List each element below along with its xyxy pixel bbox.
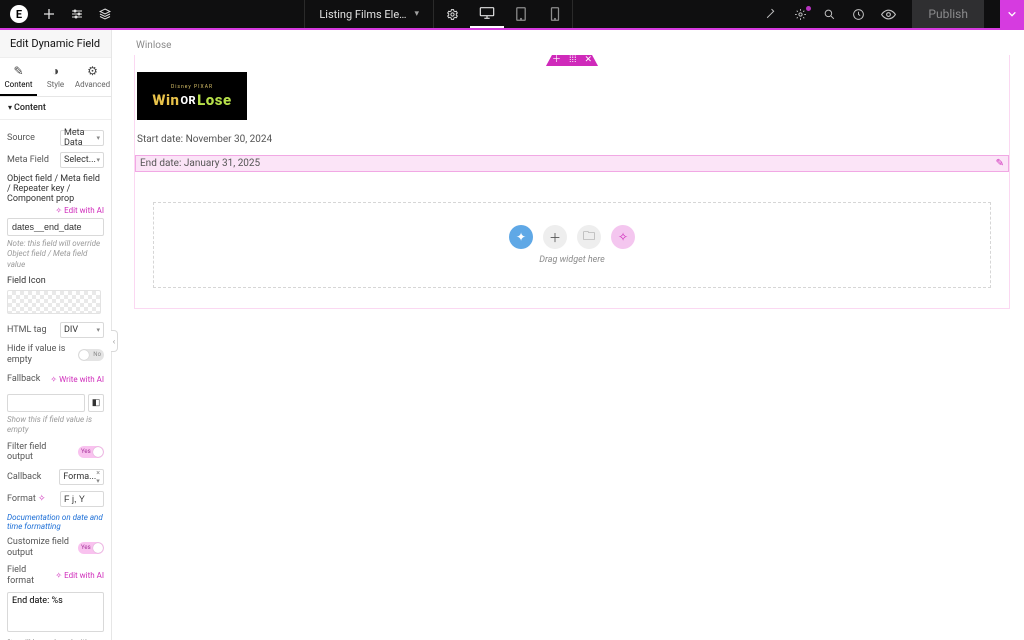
- device-mobile[interactable]: [538, 0, 572, 28]
- panel-title: Edit Dynamic Field: [0, 30, 111, 58]
- edit-with-ai-link[interactable]: ✧ Edit with AI: [55, 206, 104, 215]
- dropzone-hint: Drag widget here: [539, 255, 605, 265]
- objectfield-note: Note: this field will override Object fi…: [7, 239, 104, 270]
- fieldformat-input[interactable]: [7, 592, 104, 632]
- dropzone-sparkle-icon[interactable]: ✧: [611, 225, 635, 249]
- start-date-field[interactable]: Start date: November 30, 2024: [135, 132, 1009, 155]
- section-handle[interactable]: ＋ ⁞⁞⁞ ✕: [546, 55, 598, 66]
- edit-with-ai-link-2[interactable]: ✧ Edit with AI: [55, 571, 104, 580]
- write-with-ai-link[interactable]: ✧ Write with AI: [50, 375, 104, 384]
- device-desktop[interactable]: [470, 0, 504, 28]
- chevron-down-icon: ▾: [96, 134, 100, 142]
- hideempty-label: Hide if value is empty: [7, 344, 74, 366]
- poster-or: OR: [179, 94, 197, 107]
- section-drag-icon[interactable]: ⁞⁞⁞: [569, 56, 577, 65]
- tab-advanced[interactable]: ⚙Advanced: [74, 58, 111, 96]
- callback-label: Callback: [7, 472, 55, 483]
- customize-label: Customize field output: [7, 537, 74, 559]
- elementor-logo[interactable]: E: [10, 5, 28, 23]
- poster-lose: Lose: [197, 91, 231, 109]
- history-icon[interactable]: [852, 8, 865, 21]
- chevron-down-icon: ▾: [96, 156, 100, 164]
- pencil-icon: ✎: [0, 64, 37, 78]
- metafield-select[interactable]: Select...▾: [60, 152, 104, 168]
- add-icon[interactable]: [42, 7, 56, 21]
- tab-content[interactable]: ✎Content: [0, 58, 37, 96]
- filter-toggle[interactable]: Yes: [78, 446, 104, 458]
- edit-widget-icon[interactable]: ✎: [996, 158, 1004, 169]
- section-close-icon[interactable]: ✕: [584, 56, 592, 65]
- hideempty-toggle[interactable]: No: [78, 349, 104, 361]
- section-add-icon[interactable]: ＋: [552, 56, 561, 65]
- format-input[interactable]: [60, 491, 104, 507]
- fallback-note: Show this if field value is empty: [7, 415, 104, 436]
- fallback-label: Fallback: [7, 374, 46, 385]
- publish-options-toggle[interactable]: [1000, 0, 1024, 28]
- device-tablet[interactable]: [504, 0, 538, 28]
- panel-collapse-handle: ‹: [112, 30, 120, 640]
- dropzone-ai-icon[interactable]: ✦: [509, 225, 533, 249]
- breadcrumb: Winlose: [134, 38, 1010, 55]
- document-selector[interactable]: Listing Films Ele… ▾: [304, 0, 434, 28]
- fieldicon-label: Field Icon: [7, 276, 104, 286]
- dropzone-add-icon[interactable]: ＋: [543, 225, 567, 249]
- date-docs-link[interactable]: Documentation on date and time formattin…: [7, 513, 104, 531]
- settings-sliders-icon[interactable]: [70, 7, 84, 21]
- drop-zone[interactable]: ✦ ＋ 🗀 ✧ Drag widget here: [153, 202, 991, 288]
- chevron-down-icon: ▾: [96, 326, 100, 334]
- end-date-text: End date: January 31, 2025: [140, 158, 260, 169]
- tab-style[interactable]: ◑Style: [37, 58, 74, 96]
- responsive-devices: [470, 0, 573, 28]
- objectfield-input[interactable]: [7, 218, 104, 236]
- preview-canvas: Winlose ＋ ⁞⁞⁞ ✕ Disney PIXAR WinORLose S…: [120, 30, 1024, 640]
- gear-icon: ⚙: [74, 64, 111, 78]
- filter-label: Filter field output: [7, 442, 74, 464]
- callback-select[interactable]: Forma...× ▾: [59, 469, 104, 485]
- poster-brand: Disney PIXAR: [171, 84, 213, 90]
- end-date-field-selected[interactable]: End date: January 31, 2025 ✎: [135, 155, 1009, 172]
- panel-tabs: ✎Content ◑Style ⚙Advanced: [0, 58, 111, 97]
- fallback-input[interactable]: [7, 394, 85, 412]
- fieldicon-picker[interactable]: [7, 290, 101, 314]
- objectfield-label: Object field / Meta field / Repeater key…: [7, 174, 104, 204]
- editor-sidebar: Edit Dynamic Field ✎Content ◑Style ⚙Adva…: [0, 30, 112, 640]
- featured-image: Disney PIXAR WinORLose: [137, 72, 247, 120]
- layers-icon[interactable]: [98, 7, 112, 21]
- preview-icon[interactable]: [881, 8, 896, 21]
- source-label: Source: [7, 133, 56, 144]
- topbar: E Listing Films Ele… ▾ Publish: [0, 0, 1024, 28]
- metafield-label: Meta Field: [7, 155, 56, 166]
- fallback-dynamic-icon[interactable]: ◧: [88, 394, 104, 412]
- source-select[interactable]: Meta Data▾: [60, 130, 104, 146]
- customize-toggle[interactable]: Yes: [78, 542, 104, 554]
- htmltag-label: HTML tag: [7, 325, 56, 336]
- poster-win: Win: [152, 91, 179, 109]
- format-label: Format ✧: [7, 494, 56, 505]
- dropzone-folder-icon[interactable]: 🗀: [577, 225, 601, 249]
- finder-icon[interactable]: [823, 8, 836, 21]
- collapse-button[interactable]: ‹: [111, 330, 118, 352]
- fieldformat-label: Field format: [7, 565, 51, 587]
- droplet-icon: ◑: [37, 64, 74, 78]
- theme-builder-icon[interactable]: [765, 8, 778, 21]
- whats-new-icon[interactable]: [794, 8, 807, 21]
- page-settings-icon[interactable]: [434, 8, 470, 21]
- section-content[interactable]: Content: [0, 97, 111, 120]
- document-title: Listing Films Ele…: [319, 8, 406, 21]
- chevron-down-icon: ▾: [415, 9, 420, 19]
- htmltag-select[interactable]: DIV▾: [60, 322, 104, 338]
- publish-button[interactable]: Publish: [912, 0, 984, 28]
